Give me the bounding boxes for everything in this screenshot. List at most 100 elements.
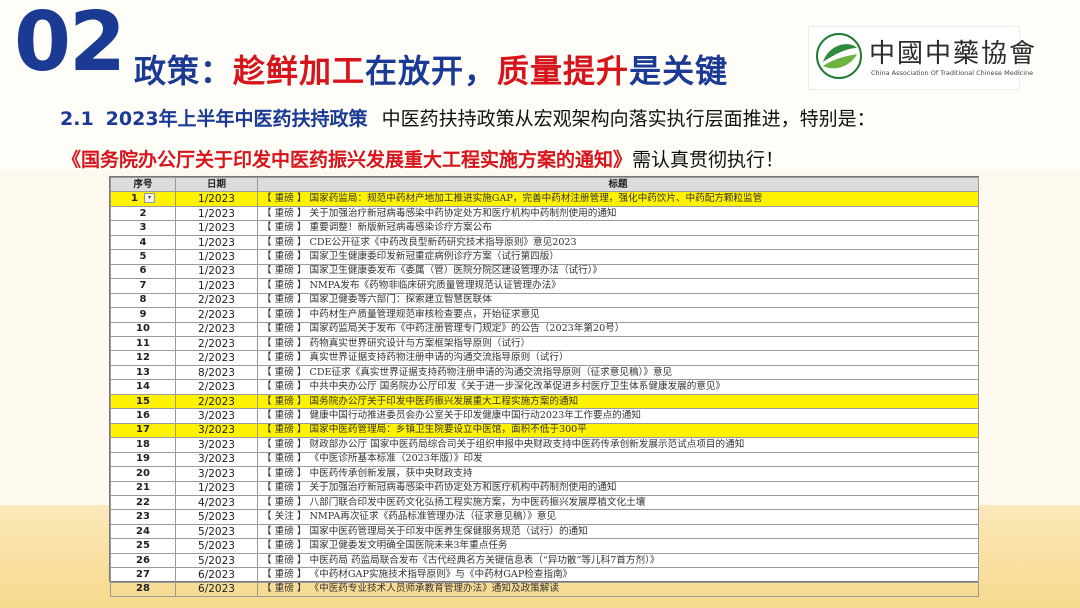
row-title: 【 重磅 】 国家中医药管理局：乡镇卫生院要设立中医馆，面积不低于300平 xyxy=(257,422,979,439)
table-row: 11 2/2023 【 重磅 】 药物真实世界研究设计与方案框架指导原则（试行） xyxy=(110,335,979,352)
row-date: 4/2023 xyxy=(175,494,258,511)
row-index-text: 18 xyxy=(136,438,150,450)
row-title-text: 【 重磅 】 中共中央办公厅 国务院办公厅印发《关于进一步深化改革促进乡村医疗卫… xyxy=(262,381,726,393)
policy-table: 序号 日期 标题 1 ▾ 1/2023 【 重磅 】 国家药监局：规范中药材产地加工推… xyxy=(110,176,979,598)
row-title-text: 【 重磅 】 国家卫生健康委发布《委属（管）医院分院区建设管理办法（试行）》 xyxy=(262,265,603,277)
association-logo: 中國中藥協會 China Association Of Traditional … xyxy=(808,26,1035,90)
row-index-text: 12 xyxy=(136,352,150,364)
row-title-text: 【 重磅 】 关于加强治疗新冠病毒感染中药协定处方和医疗机构中药制剂使用的通知 xyxy=(262,482,617,494)
row-title: 【 重磅 】 中药材生产质量管理规范审核检查要点，开始征求意见 xyxy=(257,307,979,323)
table-header-row: 序号 日期 标题 xyxy=(110,176,979,193)
row-title-text: 【 重磅 】 财政部办公厅 国家中医药局综合司关于组织申报中央财政支持中医药传承… xyxy=(262,438,745,450)
table-row: 9 2/2023 【 重磅 】 中药材生产质量管理规范审核检查要点，开始征求意见 xyxy=(110,307,979,323)
headline-part1: 政策： xyxy=(134,52,234,90)
row-index: 3 xyxy=(110,220,176,236)
row-title: 【 关注 】 NMPA再次征求《药品标准管理办法（征求意见稿）》意见 xyxy=(257,509,979,525)
row-title: 【 重磅 】 NMPA发布《药物非临床研究质量管理规范认证管理办法》 xyxy=(257,278,979,294)
row-date-text: 3/2023 xyxy=(198,467,235,480)
policy-table-container: 序号 日期 标题 1 ▾ 1/2023 【 重磅 】 国家药监局：规范中药材产地加工推… xyxy=(109,176,979,598)
section-subheading: 2.1 2023年上半年中医药扶持政策 中医药扶持政策从宏观架构向落实执行层面推进，… xyxy=(60,104,876,131)
row-date-text: 3/2023 xyxy=(198,438,235,451)
row-date-text: 1/2023 xyxy=(198,279,235,292)
row-index: 24 xyxy=(110,523,176,540)
row-date-text: 1/2023 xyxy=(198,482,235,495)
notice-document-title: 《国务院办公厅关于印发中医药振兴发展重大工程实施方案的通知》 xyxy=(62,149,633,171)
row-index: 17 xyxy=(110,422,176,439)
row-title-text: 【 重磅 】 《中医药专业技术人员师承教育管理办法》通知及政策解读 xyxy=(262,583,559,595)
header-date: 日期 xyxy=(175,176,258,193)
subsection-number: 2.1 xyxy=(60,108,94,130)
row-index-text: 27 xyxy=(136,568,150,580)
row-title: 【 重磅 】 国家药监局：规范中药材产地加工推进实施GAP，完善中药材注册管理，… xyxy=(257,191,979,207)
row-date-text: 3/2023 xyxy=(198,424,235,437)
row-date-text: 3/2023 xyxy=(198,409,235,422)
row-title: 【 重磅 】 健康中国行动推进委员会办公室关于印发健康中国行动2023年工作要点… xyxy=(257,408,979,424)
row-date: 1/2023 xyxy=(175,249,258,265)
row-date-text: 6/2023 xyxy=(198,568,235,581)
row-date: 5/2023 xyxy=(175,523,258,540)
row-index: 22 xyxy=(110,494,176,511)
row-title: 【 重磅 】 《中医药专业技术人员师承教育管理办法》通知及政策解读 xyxy=(257,581,979,598)
row-title: 【 重磅 】 CDE公开征求《中药改良型新药研究技术指导原则》意见2023 xyxy=(257,234,979,251)
table-row: 5 1/2023 【 重磅 】 国家卫生健康委印发新冠重症病例诊疗方案（试行第四版） xyxy=(110,249,979,265)
row-date: 3/2023 xyxy=(175,437,258,453)
row-date-text: 1/2023 xyxy=(198,265,235,278)
row-index: 13 xyxy=(110,364,176,381)
row-date-text: 1/2023 xyxy=(198,193,235,206)
row-index-text: 17 xyxy=(136,424,150,436)
row-title-text: 【 重磅 】 《中医诊所基本标准（2023年版）》印发 xyxy=(262,453,483,465)
row-title-text: 【 重磅 】 国家中医药管理局：乡镇卫生院要设立中医馆，面积不低于300平 xyxy=(262,424,587,436)
row-index: 5 xyxy=(110,249,176,265)
row-title-text: 【 重磅 】 药物真实世界研究设计与方案框架指导原则（试行） xyxy=(262,337,531,349)
row-title-text: 【 重磅 】 《中药材GAP实施技术指导原则》与《中药材GAP检查指南》 xyxy=(262,568,573,580)
row-index-text: 2 xyxy=(139,207,147,219)
row-index-text: 24 xyxy=(136,525,150,537)
row-title-text: 【 重磅 】 关于加强治疗新冠病毒感染中药协定处方和医疗机构中药制剂使用的通知 xyxy=(262,207,617,219)
row-index: 19 xyxy=(110,451,176,468)
table-row: 13 8/2023 【 重磅 】 CDE征求《真实世界证据支持药物注册申请的沟通交流… xyxy=(110,364,979,381)
row-date: 6/2023 xyxy=(175,581,258,598)
row-index-text: 16 xyxy=(136,409,150,421)
filter-dropdown-icon[interactable]: ▾ xyxy=(143,193,155,204)
row-date: 1/2023 xyxy=(175,278,258,294)
table-row: 7 1/2023 【 重磅 】 NMPA发布《药物非临床研究质量管理规范认证管理办法… xyxy=(110,278,979,294)
row-date-text: 1/2023 xyxy=(198,207,235,220)
row-date-text: 2/2023 xyxy=(198,323,235,336)
headline-part5: 是关键 xyxy=(629,52,729,90)
header-title: 标题 xyxy=(257,176,979,193)
row-title: 【 重磅 】 关于加强治疗新冠病毒感染中药协定处方和医疗机构中药制剂使用的通知 xyxy=(257,480,979,496)
row-date-text: 2/2023 xyxy=(198,294,235,307)
row-title: 【 重磅 】 关于加强治疗新冠病毒感染中药协定处方和医疗机构中药制剂使用的通知 xyxy=(257,205,979,222)
table-row: 21 1/2023 【 重磅 】 关于加强治疗新冠病毒感染中药协定处方和医疗机构中药… xyxy=(110,480,979,496)
table-row: 3 1/2023 【 重磅 】 重要调整！新版新冠病毒感染诊疗方案公布 xyxy=(110,220,979,236)
row-index-text: 9 xyxy=(139,308,147,320)
row-date: 3/2023 xyxy=(175,466,258,482)
table-row: 27 6/2023 【 重磅 】 《中药材GAP实施技术指导原则》与《中药材GAP检… xyxy=(110,567,979,583)
headline-part4: 质量提升 xyxy=(497,52,630,90)
row-date: 2/2023 xyxy=(175,350,258,366)
row-index: 23 xyxy=(110,509,176,525)
row-date: 1/2023 xyxy=(175,220,258,236)
row-title: 【 重磅 】 国务院办公厅关于印发中医药振兴发展重大工程实施方案的通知 xyxy=(257,393,979,410)
row-date: 2/2023 xyxy=(175,335,258,352)
row-title: 【 重磅 】 真实世界证据支持药物注册申请的沟通交流指导原则（试行） xyxy=(257,350,979,366)
row-title: 【 重磅 】 CDE征求《真实世界证据支持药物注册申请的沟通交流指导原则（征求意… xyxy=(257,364,979,381)
table-row: 25 5/2023 【 重磅 】 国家卫健委发文明确全国医院未来3年重点任务 xyxy=(110,538,979,554)
row-title-text: 【 重磅 】 国家卫健委发文明确全国医院未来3年重点任务 xyxy=(262,540,508,552)
row-date-text: 3/2023 xyxy=(198,453,235,466)
row-date: 3/2023 xyxy=(175,408,258,424)
slide-headline: 政策：趁鲜加工在放开，质量提升是关键 xyxy=(134,46,728,92)
row-index-text: 28 xyxy=(136,583,150,595)
table-row: 1 ▾ 1/2023 【 重磅 】 国家药监局：规范中药材产地加工推进实施GAP，完善… xyxy=(110,191,979,207)
table-row: 2 1/2023 【 重磅 】 关于加强治疗新冠病毒感染中药协定处方和医疗机构中药制… xyxy=(110,205,979,222)
table-row: 20 3/2023 【 重磅 】 中医药传承创新发展，获中央财政支持 xyxy=(110,466,979,482)
subsection-description: 中医药扶持政策从宏观架构向落实执行层面推进，特别是： xyxy=(381,108,876,130)
table-row: 14 2/2023 【 重磅 】 中共中央办公厅 国务院办公厅印发《关于进一步深化改… xyxy=(110,379,979,395)
row-title: 【 重磅 】 财政部办公厅 国家中医药局综合司关于组织申报中央财政支持中医药传承… xyxy=(257,437,979,453)
row-title-text: 【 重磅 】 CDE征求《真实世界证据支持药物注册申请的沟通交流指导原则（征求意… xyxy=(262,366,673,378)
row-title-text: 【 重磅 】 国务院办公厅关于印发中医药振兴发展重大工程实施方案的通知 xyxy=(262,395,579,407)
row-date-text: 2/2023 xyxy=(198,308,235,321)
row-title-text: 【 重磅 】 CDE公开征求《中药改良型新药研究技术指导原则》意见2023 xyxy=(262,236,577,248)
table-row: 18 3/2023 【 重磅 】 财政部办公厅 国家中医药局综合司关于组织申报中央财… xyxy=(110,437,979,453)
row-index: 16 xyxy=(110,408,176,424)
